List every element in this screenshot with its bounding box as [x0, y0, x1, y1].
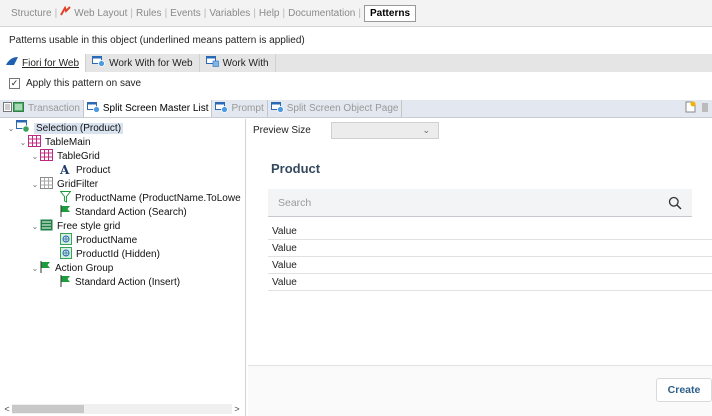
grid-attribute-icon: [60, 232, 72, 248]
scroll-left-icon[interactable]: <: [2, 404, 12, 414]
tree-node-productid[interactable]: ProductId (Hidden): [60, 246, 160, 262]
tree-node-tablemain[interactable]: ⌄ TableMain: [18, 134, 91, 150]
settings-icon[interactable]: [702, 101, 708, 116]
scroll-right-icon[interactable]: >: [232, 404, 242, 414]
tab-rules[interactable]: Rules: [133, 4, 165, 22]
table-icon: [28, 134, 41, 150]
preview-list: Value Value Value Value: [268, 223, 712, 291]
tree-node-tablegrid[interactable]: ⌄ TableGrid: [30, 148, 100, 164]
collapse-toggle-icon[interactable]: ⌄: [18, 138, 28, 147]
collapse-toggle-icon[interactable]: ⌄: [30, 222, 40, 231]
apply-pattern-label: Apply this pattern on save: [26, 78, 142, 89]
tree-node-productname[interactable]: ProductName: [60, 232, 137, 248]
tree-node-action-insert[interactable]: Standard Action (Insert): [60, 274, 180, 290]
preview-size-row: Preview Size ⌄: [248, 119, 712, 141]
collapse-toggle-icon[interactable]: ⌄: [6, 124, 16, 133]
check-mark-icon: ✓: [10, 78, 19, 88]
collapse-toggle-icon[interactable]: ⌄: [30, 180, 40, 189]
flag-icon: [40, 260, 51, 276]
preview-title: Product: [271, 161, 321, 176]
work-with-icon: [205, 56, 219, 70]
subtab-split-screen-object-page[interactable]: Split Screen Object Page: [268, 100, 403, 117]
web-layout-icon: [60, 5, 71, 20]
apply-pattern-row[interactable]: ✓ Apply this pattern on save: [9, 78, 141, 89]
tree-node-action-search[interactable]: Standard Action (Search): [60, 204, 187, 220]
scrollbar-thumb[interactable]: [12, 405, 84, 413]
subtab-transaction[interactable]: Transaction: [0, 100, 84, 117]
instance-tab-bar: Transaction Split Screen Master List Pro…: [0, 100, 712, 118]
list-item[interactable]: Value: [268, 257, 712, 274]
tab-separator: |: [358, 7, 361, 19]
tab-web-layout[interactable]: Web Layout: [57, 4, 130, 22]
tab-help[interactable]: Help: [256, 4, 283, 22]
subtab-prompt[interactable]: Prompt: [212, 100, 268, 117]
tree-node-action-group[interactable]: ⌄ Action Group: [30, 260, 113, 276]
patterns-description: Patterns usable in this object (underlin…: [9, 35, 305, 46]
table-icon: [40, 148, 53, 164]
tab-patterns[interactable]: Patterns: [363, 4, 416, 22]
pattern-tab-work-with[interactable]: Work With: [200, 54, 276, 72]
pattern-tab-work-with-web[interactable]: Work With for Web: [86, 54, 200, 72]
flag-icon: [60, 204, 71, 220]
tree-horizontal-scrollbar[interactable]: < >: [2, 403, 242, 415]
tree-node-product[interactable]: A Product: [60, 163, 110, 177]
tree-node-gridfilter[interactable]: ⌄ GridFilter: [30, 176, 98, 192]
apply-pattern-checkbox[interactable]: ✓: [9, 78, 20, 89]
tab-events[interactable]: Events: [167, 4, 204, 22]
split-screen-list-icon: [86, 101, 100, 116]
pattern-tab-fiori[interactable]: Fiori for Web: [0, 54, 87, 72]
tree-node-selection[interactable]: ⌄ Selection (Product): [6, 120, 124, 135]
tree-node-productname-filter[interactable]: ProductName (ProductName.ToLowe: [59, 190, 241, 206]
flag-icon: [60, 274, 71, 290]
collapse-toggle-icon[interactable]: ⌄: [30, 152, 40, 161]
tab-variables[interactable]: Variables: [206, 4, 253, 22]
list-item[interactable]: Value: [268, 240, 712, 257]
search-icon[interactable]: [668, 196, 682, 213]
prompt-icon: [215, 101, 229, 116]
instance-toolbar: [684, 100, 712, 117]
grid-icon: [40, 176, 53, 192]
grid-attribute-icon: [60, 246, 72, 262]
tree-node-free-style-grid[interactable]: ⌄ Free style grid: [30, 219, 120, 233]
pattern-instance-tree: ⌄ Selection (Product) ⌄ TableMain ⌄ Tabl…: [0, 119, 246, 416]
transaction-icon: [3, 101, 25, 116]
split-screen-object-icon: [270, 101, 284, 116]
tab-documentation[interactable]: Documentation: [285, 4, 358, 22]
attribute-icon: A: [60, 163, 70, 177]
list-item[interactable]: Value: [268, 274, 712, 291]
list-item[interactable]: Value: [268, 223, 712, 240]
preview-size-select[interactable]: ⌄: [331, 121, 439, 139]
free-style-grid-icon: [40, 219, 53, 234]
preview-size-label: Preview Size: [253, 124, 311, 136]
editor-tab-bar: Structure | Web Layout | Rules | Events …: [0, 0, 712, 27]
pattern-tab-bar: Fiori for Web Work With for Web Work Wit…: [0, 54, 712, 72]
preview-search-input[interactable]: [278, 195, 638, 211]
subtab-split-screen-master-list[interactable]: Split Screen Master List: [83, 100, 213, 117]
preview-footer: Create: [248, 365, 712, 416]
tab-structure[interactable]: Structure: [8, 4, 55, 22]
create-button[interactable]: Create: [656, 378, 712, 402]
preview-panel: Preview Size ⌄ Product Value Value Value…: [248, 119, 712, 416]
scrollbar-track[interactable]: [12, 404, 232, 414]
collapse-toggle-icon[interactable]: ⌄: [30, 264, 40, 273]
chevron-down-icon: ⌄: [422, 124, 430, 135]
fiori-icon: [6, 56, 18, 70]
work-with-web-icon: [92, 56, 105, 70]
filter-icon: [59, 190, 72, 206]
add-instance-icon[interactable]: [684, 101, 697, 116]
preview-search-box[interactable]: [268, 189, 692, 217]
